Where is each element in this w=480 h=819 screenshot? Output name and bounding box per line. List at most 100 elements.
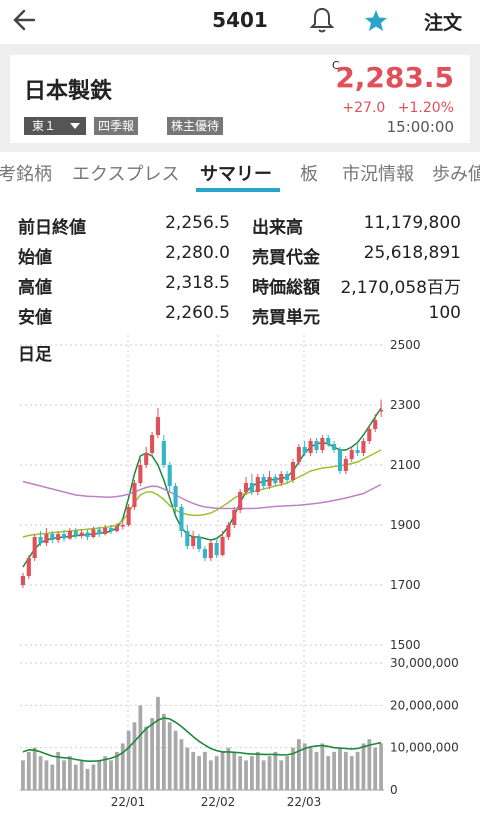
candle-body — [20, 576, 25, 585]
candle-body — [50, 534, 55, 540]
candle-body — [197, 537, 202, 549]
candle-body — [361, 441, 366, 453]
volume-bar — [103, 756, 108, 790]
tab-time-and-sales[interactable]: 歩み値 — [432, 160, 480, 186]
volume-bar — [26, 751, 31, 790]
candle-body — [138, 465, 143, 483]
volume-bar — [173, 730, 178, 790]
volume-bar — [338, 747, 342, 790]
volume-bar — [314, 751, 319, 790]
stock-name: 日本製鉄 — [24, 79, 113, 104]
candle-body — [367, 429, 372, 441]
tab-related-stocks[interactable]: 考銘柄 — [0, 160, 52, 186]
volume-bar — [85, 768, 90, 790]
tab-market-info[interactable]: 市況情報 — [342, 160, 414, 186]
volume-bar — [296, 739, 301, 790]
volume-bar — [21, 760, 25, 790]
market-selector[interactable]: 東１ — [24, 117, 86, 135]
price-tick-label: 1700 — [390, 578, 421, 592]
volume-bar — [114, 751, 119, 790]
candle-body — [97, 529, 102, 534]
candle-body — [132, 483, 137, 507]
summary-label: 前日終値 — [18, 218, 86, 238]
candle-body — [155, 417, 161, 435]
volume-bar — [120, 743, 125, 790]
active-tab-indicator — [196, 188, 280, 192]
summary-value: 25,618,891 — [363, 243, 461, 263]
short-moving-average-line — [22, 407, 382, 568]
tab-order-book[interactable]: 板 — [300, 160, 318, 186]
volume-bar — [185, 747, 190, 790]
volume-bar — [279, 760, 284, 790]
order-button[interactable]: 注文 — [424, 8, 462, 35]
candle-body — [320, 438, 325, 450]
summary-value: 11,179,800 — [363, 213, 461, 233]
shareholder-benefit-tag[interactable]: 株主優待 — [167, 117, 224, 135]
volume-bar — [68, 756, 72, 790]
volume-bar — [50, 764, 55, 790]
candle-body — [355, 450, 360, 453]
volume-average-line — [22, 717, 382, 763]
volume-bar — [361, 743, 366, 790]
volume-bar — [91, 764, 96, 790]
candle-body — [326, 438, 331, 444]
volume-bar — [238, 756, 243, 790]
volume-bar — [302, 743, 307, 790]
volume-bar — [144, 726, 149, 790]
volume-bar — [62, 760, 66, 790]
candle-body — [144, 453, 149, 465]
candle-body — [161, 441, 166, 465]
summary-value: 2,170,058百万 — [340, 278, 461, 298]
candle-body — [337, 450, 343, 471]
candle-body — [120, 525, 125, 527]
candle-body — [79, 532, 84, 536]
daily-candlestick-chart[interactable]: 2500 2300 2100 1900 1700 1500 30,000,000 20,000… — [0, 335, 480, 819]
volume-bar — [379, 743, 383, 790]
volume-bar — [150, 718, 154, 790]
candle-body — [332, 444, 337, 450]
price-tick-label: 2500 — [390, 338, 421, 352]
candle-body — [85, 532, 90, 537]
candle-body — [114, 526, 119, 531]
volume-bar — [250, 756, 254, 790]
volume-bar — [73, 764, 78, 790]
bell-icon[interactable] — [308, 5, 336, 35]
candle-body — [296, 447, 301, 462]
candle-body — [214, 543, 219, 555]
candle-body — [249, 483, 254, 492]
top-bar: 5401 注文 — [0, 0, 480, 42]
candle-body — [267, 477, 272, 486]
date-tick-label: 22/02 — [201, 795, 236, 809]
stock-code: 5401 — [212, 8, 268, 32]
volume-bar — [320, 743, 325, 790]
summary-value: 2,280.0 — [165, 243, 230, 263]
volume-bar — [138, 705, 143, 790]
candle-body — [373, 420, 378, 429]
tab-express[interactable]: エクスプレス — [72, 160, 179, 186]
price-tick-label: 2300 — [390, 398, 421, 412]
candle-body — [103, 528, 108, 534]
candle-body — [191, 537, 196, 546]
candle-body — [73, 531, 78, 536]
volume-bar — [179, 739, 184, 790]
candle-body — [302, 447, 307, 453]
stock-card: 日本製鉄 東１ 四季報 株主優待 C 2,283.5 +27.0 +1.20% … — [10, 55, 470, 143]
volume-bar — [244, 760, 248, 790]
mid-moving-average-line — [22, 449, 382, 538]
long-moving-average-line — [22, 480, 382, 510]
candle-body — [173, 486, 178, 507]
candle-body — [285, 474, 290, 480]
volume-bar — [308, 747, 313, 790]
summary-label: 始値 — [18, 248, 52, 268]
shikiho-tag[interactable]: 四季報 — [94, 117, 139, 135]
volume-bar — [208, 760, 213, 790]
candle-body — [238, 492, 243, 510]
price-time: 15:00:00 — [386, 118, 454, 136]
tab-summary[interactable]: サマリー — [200, 160, 272, 186]
summary-label: 出来高 — [252, 218, 303, 238]
candle-body — [343, 459, 348, 471]
candle-body — [185, 531, 190, 546]
favorite-star-icon[interactable] — [362, 5, 390, 35]
volume-bar — [355, 751, 360, 790]
volume-tick-label: 20,000,000 — [390, 698, 459, 712]
